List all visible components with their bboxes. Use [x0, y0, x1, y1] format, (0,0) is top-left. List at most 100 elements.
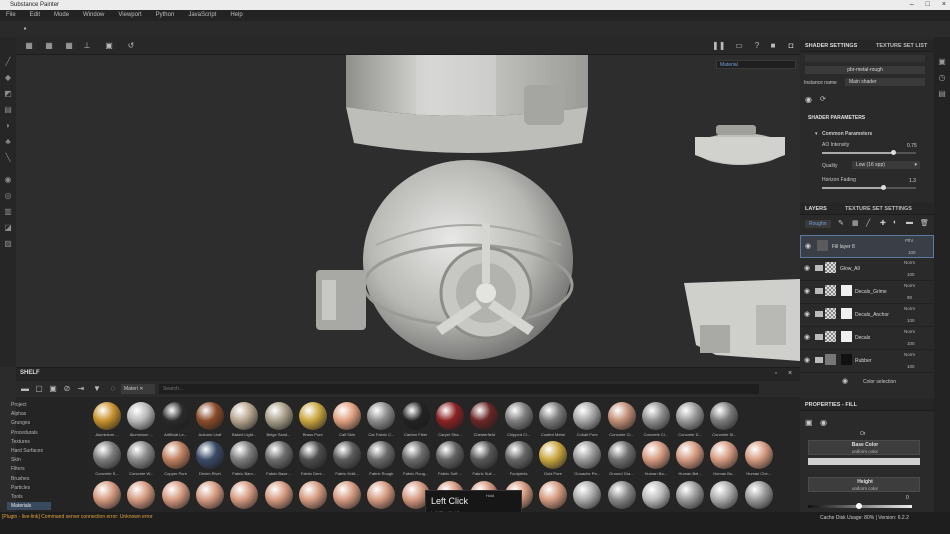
material-swatch[interactable]	[230, 441, 259, 469]
pause-icon[interactable]: ❚❚	[712, 41, 725, 51]
material-swatch[interactable]	[573, 481, 602, 509]
layer-opacity[interactable]: 100	[907, 341, 915, 346]
eye-icon[interactable]: ◉	[804, 264, 810, 272]
view-icon[interactable]: ▭	[734, 41, 744, 51]
delete-icon[interactable]: 🗑	[920, 219, 929, 227]
close-icon[interactable]: ✕	[139, 386, 143, 392]
3d-viewport[interactable]	[16, 55, 800, 367]
layer-blend[interactable]: Norm	[904, 306, 915, 311]
paint-layer-icon[interactable]: ✎	[838, 219, 844, 227]
display-settings-icon[interactable]: ▣	[937, 57, 947, 67]
material-swatch[interactable]	[93, 441, 121, 469]
material-swatch[interactable]	[230, 481, 259, 509]
shelf-category[interactable]: Tools	[11, 493, 23, 501]
base-color-swatch[interactable]	[808, 458, 920, 465]
geometry-mask-icon[interactable]: ◉	[3, 175, 13, 185]
close-icon[interactable]: ×	[788, 370, 792, 377]
projection-icon[interactable]: ◩	[3, 89, 13, 99]
shelf-category[interactable]: Textures	[11, 438, 30, 446]
layer-row[interactable]: ◉ Glow_All Norm 100	[800, 258, 934, 281]
menu-mode[interactable]: Mode	[54, 10, 69, 21]
material-swatch[interactable]	[230, 402, 259, 430]
base-color-button[interactable]: Base Color uniform color	[808, 440, 920, 455]
material-swatch[interactable]	[676, 441, 705, 469]
shelf-category[interactable]: Particles	[11, 484, 30, 492]
video-icon[interactable]: ■	[768, 41, 778, 51]
menu-javascript[interactable]: JavaScript	[188, 10, 216, 21]
status-error[interactable]: [Plugin - live-link] Command server conn…	[2, 514, 153, 520]
height-slider-knob[interactable]	[856, 503, 862, 509]
material-swatch[interactable]	[195, 441, 224, 469]
shader-reset-icon[interactable]: ⟳	[820, 95, 826, 103]
log-icon[interactable]: ▤	[937, 89, 947, 99]
channel-dropdown[interactable]: Roughn	[805, 220, 831, 228]
shelf-category[interactable]: Materials	[7, 502, 51, 511]
material-swatch[interactable]	[436, 402, 464, 430]
menu-file[interactable]: File	[6, 10, 16, 21]
material-swatch[interactable]	[264, 402, 293, 430]
height-button[interactable]: Height uniform color	[808, 477, 920, 492]
material-swatch[interactable]	[607, 441, 636, 469]
paint-brush-icon[interactable]: ╱	[3, 57, 13, 67]
material-swatch[interactable]	[298, 402, 327, 430]
help-icon[interactable]: ?	[752, 41, 762, 51]
material-swatch[interactable]	[504, 441, 533, 469]
tab-texture-set-settings[interactable]: TEXTURE SET SETTINGS	[845, 206, 912, 212]
material-swatch[interactable]	[264, 441, 293, 469]
shelf-category[interactable]: Alphas	[11, 410, 26, 418]
detach-icon[interactable]: ▫	[775, 371, 777, 377]
shelf-category[interactable]: Brushes	[11, 475, 29, 483]
eye-icon[interactable]: ◉	[842, 377, 848, 385]
mask-icon[interactable]: ◐	[893, 219, 897, 226]
layer-row[interactable]: ◉ Rubber Norm 100	[800, 350, 934, 373]
frame-icon[interactable]: ▣	[104, 41, 114, 51]
layer-row[interactable]: ◉ Decals Norm 100	[800, 327, 934, 350]
menu-python[interactable]: Python	[156, 10, 175, 21]
layer-row[interactable]: ◉ Fill layer 8 Pthr 100	[800, 235, 934, 258]
menu-help[interactable]: Help	[230, 10, 242, 21]
layer-row[interactable]: ◉ Decals_Grime Norm 90	[800, 281, 934, 304]
material-swatch[interactable]	[195, 402, 224, 430]
material-swatch[interactable]	[93, 481, 121, 509]
polygon-fill-icon[interactable]: ▤	[3, 105, 13, 115]
material-swatch[interactable]	[504, 402, 533, 430]
layer-blend[interactable]: Pthr	[905, 238, 913, 243]
save-icon[interactable]: ▪	[20, 24, 30, 34]
layer-opacity[interactable]: 100	[907, 272, 915, 277]
material-swatch[interactable]	[573, 441, 602, 469]
layer-blend[interactable]: Norm	[904, 283, 915, 288]
layer-opacity[interactable]: 90	[907, 295, 912, 300]
material-swatch[interactable]	[333, 402, 362, 430]
material-swatch[interactable]	[298, 441, 327, 469]
bake-icon[interactable]: ▨	[3, 239, 13, 249]
refresh-icon[interactable]: ◌	[108, 384, 118, 394]
layer-blend[interactable]: Norm	[904, 260, 915, 265]
shelf-category[interactable]: Grunges	[11, 419, 30, 427]
shader-selector[interactable]: pbr-metal-rough	[805, 66, 925, 74]
shelf-category[interactable]: Procedurals	[11, 429, 38, 437]
color-picker-icon[interactable]: ╲	[3, 153, 13, 163]
material-swatch[interactable]	[676, 402, 705, 430]
menu-window[interactable]: Window	[83, 10, 104, 21]
layer-row[interactable]: ◉ Decals_Anchor Norm 100	[800, 304, 934, 327]
transform-icon[interactable]: ▥	[3, 207, 13, 217]
collapse-arrow-icon[interactable]: ▾	[815, 131, 818, 137]
grid-icon-2[interactable]: ▦	[44, 41, 54, 51]
instance-name-field[interactable]: Main shader	[845, 78, 925, 86]
eye-icon[interactable]: ◉	[804, 356, 810, 364]
history-icon[interactable]: ↺	[126, 41, 136, 51]
ao-intensity-slider[interactable]	[822, 150, 916, 155]
material-swatch[interactable]	[161, 402, 190, 430]
tab-texture-set-list[interactable]: TEXTURE SET LIST	[876, 43, 927, 49]
material-swatch[interactable]	[607, 481, 636, 509]
display-mode-dropdown[interactable]: Material	[716, 60, 796, 69]
align-icon[interactable]: ⊥	[82, 41, 92, 51]
shelf-category[interactable]: Skin	[11, 456, 21, 464]
material-swatch[interactable]	[93, 402, 121, 430]
shelf-category[interactable]: Filters	[11, 465, 25, 473]
material-swatch[interactable]	[298, 481, 327, 509]
fill-layer-icon[interactable]: ▦	[852, 219, 859, 227]
layer-opacity[interactable]: 100	[907, 364, 915, 369]
tab-shader-settings[interactable]: SHADER SETTINGS	[805, 43, 857, 49]
material-swatch[interactable]	[744, 481, 773, 509]
